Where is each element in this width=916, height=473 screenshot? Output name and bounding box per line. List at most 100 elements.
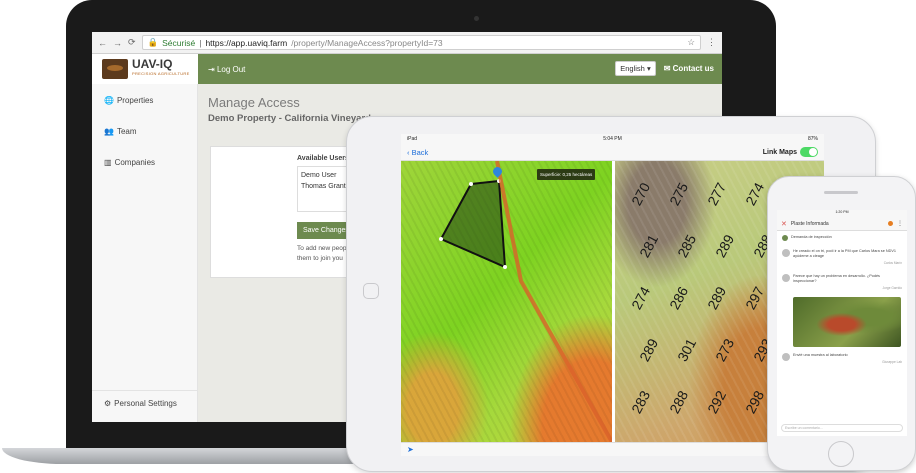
address-bar[interactable]: 🔒 Sécurisé | https://app.uaviq.farm/prop…	[141, 35, 701, 50]
sidebar-item-label: Team	[116, 127, 137, 136]
lock-icon: 🔒	[147, 37, 159, 47]
logo-text: UAV-IQ PRECISION AGRICULTURE	[132, 58, 190, 79]
field-road	[495, 161, 612, 442]
sidebar-item-properties[interactable]: 🌐 Properties	[92, 88, 197, 113]
plot-number-label: 292	[704, 387, 730, 417]
team-icon: 👥	[104, 127, 114, 136]
comment-input[interactable]: Escribe un comentario...	[781, 424, 903, 432]
ndvi-map[interactable]: Superficie: 0,25 hectáreas	[401, 161, 612, 442]
language-value: English	[620, 64, 645, 73]
battery: 87%	[807, 136, 818, 142]
avatar	[782, 274, 790, 282]
sidebar-item-label: Personal Settings	[114, 399, 177, 408]
secure-label: Sécurisé	[162, 37, 196, 48]
plot-number-label: 289	[712, 231, 738, 261]
menu-icon[interactable]: ⋮	[707, 37, 716, 48]
plot-number-label: 288	[666, 387, 692, 417]
access-card: Available Users Demo User Thomas Grant S…	[210, 146, 361, 278]
list-item: Envié una muestra al laboratorio Giusepp…	[777, 349, 907, 369]
plot-number-label: 289	[636, 335, 662, 365]
forward-icon[interactable]: →	[113, 38, 122, 48]
logout-link[interactable]: ⇥ Log Out	[208, 65, 245, 74]
map-split-view: Superficie: 0,25 hectáreas 270 275 277 274 2…	[401, 161, 824, 442]
plot-number-label: 297	[742, 283, 768, 313]
vertex-handle[interactable]	[503, 265, 507, 269]
link-maps-toggle[interactable]	[800, 147, 818, 157]
plot-number-label: 286	[666, 283, 692, 313]
plot-number-label: 285	[674, 231, 700, 261]
logo-icon	[102, 59, 128, 79]
vine-photo[interactable]	[793, 297, 901, 347]
plot-number-label: 274	[742, 179, 768, 209]
reload-icon[interactable]: ⟳	[128, 37, 136, 48]
tablet-screen: iPad 5:04 PM 87% ‹ Back Link Maps Superf…	[401, 134, 824, 456]
status-dot	[888, 221, 893, 226]
list-item: He creado el on tri, podí ir a la PM que…	[777, 245, 907, 270]
plot-number-label: 281	[636, 231, 662, 261]
url-host: https://app.uaviq.farm	[205, 37, 288, 48]
close-icon[interactable]: ✕	[781, 220, 787, 228]
field-polygon[interactable]	[439, 179, 507, 269]
vertex-handle[interactable]	[469, 182, 473, 186]
sidebar-item-label: Properties	[116, 96, 154, 105]
logout-label: Log Out	[216, 64, 246, 74]
header-right: English ▾ ✉ Contact us	[615, 61, 714, 76]
message-author: Carlos Marín	[883, 261, 902, 265]
avatar	[782, 353, 790, 361]
building-icon: ▥	[104, 158, 112, 167]
plot-number-label: 283	[628, 387, 654, 417]
message: Parece que hay un problema en desarrollo…	[793, 274, 902, 291]
browser-toolbar: ← → ⟳ 🔒 Sécurisé | https://app.uaviq.far…	[92, 32, 722, 54]
plot-number-label: 277	[704, 179, 730, 209]
tablet-home-button[interactable]	[363, 283, 379, 299]
page-title: Manage Access	[208, 95, 300, 110]
language-select[interactable]: English ▾	[615, 61, 656, 76]
message-text: He creado el on tri, podí ir a la PM que…	[793, 249, 896, 258]
gear-icon: ⚙	[104, 399, 112, 408]
message-author: Jorge Garrido	[882, 286, 903, 290]
star-icon[interactable]: ☆	[687, 37, 695, 48]
check-icon	[782, 235, 788, 241]
list-item: Parece que hay un problema en desarrollo…	[777, 270, 907, 295]
chevron-left-icon: ‹	[407, 147, 410, 157]
back-button[interactable]: ‹ Back	[407, 148, 428, 157]
sidebar-item-companies[interactable]: ▥ Companies	[92, 150, 197, 175]
plot-number-label: 273	[712, 335, 738, 365]
plot-number-label: 289	[704, 283, 730, 313]
phone-screen: 1:20 PM ✕ Plaste Informada ⋮ Demanda de …	[777, 210, 907, 436]
sidebar-item-personal-settings[interactable]: ⚙ Personal Settings	[92, 390, 197, 416]
surface-badge: Superficie: 0,25 hectáreas	[537, 169, 596, 180]
back-icon[interactable]: ←	[98, 38, 107, 48]
sidebar-item-team[interactable]: 👥 Team	[92, 119, 197, 144]
phone-status-bar: 1:20 PM	[777, 210, 907, 217]
message: Envié una muestra al laboratorio Giusepp…	[793, 353, 902, 365]
phone-nav-bar: ✕ Plaste Informada ⋮	[777, 217, 907, 231]
more-icon[interactable]: ⋮	[897, 220, 903, 227]
location-arrow-icon[interactable]: ➤	[407, 445, 414, 454]
phone-home-button[interactable]	[828, 441, 854, 467]
mail-icon: ✉	[663, 64, 671, 73]
back-label: Back	[411, 147, 429, 157]
avatar	[782, 249, 790, 257]
webcam	[474, 16, 479, 21]
check-note: Demanda de inspección	[791, 235, 832, 239]
contact-link[interactable]: ✉ Contact us	[664, 64, 714, 73]
address-separator: |	[199, 37, 202, 48]
carrier: iPad	[407, 136, 418, 142]
message-author: Giuseppe Lab	[882, 360, 902, 364]
message: He creado el on tri, podí ir a la PM que…	[793, 249, 902, 266]
url-path: /property/ManageAccess?propertyId=73	[291, 37, 443, 48]
plot-number-label: 301	[674, 335, 700, 365]
logo[interactable]: UAV-IQ PRECISION AGRICULTURE	[92, 54, 198, 84]
plot-number-label: 275	[666, 179, 692, 209]
globe-icon: 🌐	[104, 96, 114, 105]
field-overlay	[439, 161, 612, 442]
plot-number-label: 274	[628, 283, 654, 313]
phone-title: Plaste Informada	[790, 220, 829, 227]
plot-number-label: 270	[628, 179, 654, 209]
message-text: Envié una muestra al laboratorio	[793, 353, 848, 357]
link-maps-label: Link Maps	[762, 148, 797, 156]
sidebar: 🌐 Properties 👥 Team ▥ Companies ⚙ Person…	[92, 84, 198, 422]
vertex-handle[interactable]	[439, 237, 443, 241]
app-header: UAV-IQ PRECISION AGRICULTURE ⇥ Log Out E…	[92, 54, 722, 84]
